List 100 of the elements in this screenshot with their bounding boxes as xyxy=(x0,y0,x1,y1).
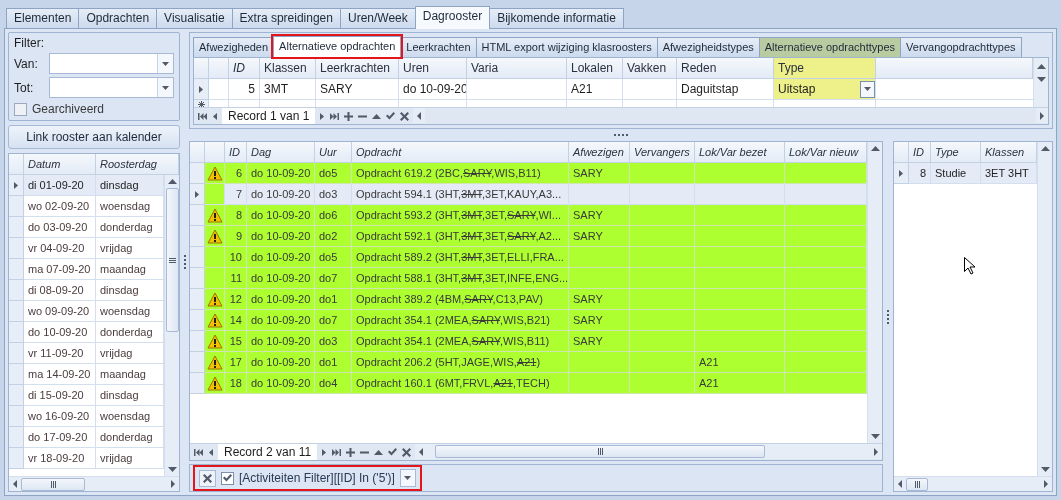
table-cell[interactable]: Opdracht 594.1 (3HT,3MT,3ET,KAUY,A3... xyxy=(352,184,569,205)
table-cell[interactable]: vr 18-09-20 xyxy=(24,448,96,469)
table-cell[interactable]: SARY xyxy=(569,163,630,184)
table-cell[interactable] xyxy=(630,205,695,226)
table-cell[interactable] xyxy=(785,331,867,352)
scroll-thumb[interactable] xyxy=(21,477,85,491)
table-cell[interactable]: 3ET 3HT xyxy=(981,163,1037,184)
table-cell[interactable] xyxy=(630,373,695,394)
table-cell[interactable]: wo 16-09-20 xyxy=(24,406,96,427)
clear-filter-button[interactable] xyxy=(199,469,216,487)
table-cell[interactable] xyxy=(569,373,630,394)
table-cell[interactable]: Opdracht 206.2 (5HT,JAGE,WIS,A21) xyxy=(352,352,569,373)
plus-icon[interactable] xyxy=(346,447,356,457)
table-cell[interactable] xyxy=(695,331,785,352)
column-header[interactable]: Type xyxy=(774,58,876,79)
scroll-down-icon[interactable] xyxy=(870,434,880,439)
scroll-right-icon[interactable] xyxy=(1044,480,1048,488)
splitter-grip-icon[interactable] xyxy=(183,255,186,269)
table-cell[interactable]: do 10-09-20 xyxy=(247,352,315,373)
table-cell[interactable]: do7 xyxy=(315,310,352,331)
table-cell[interactable]: Uitstap xyxy=(774,79,876,100)
table-cell[interactable]: 5 xyxy=(229,79,260,100)
checkbox[interactable] xyxy=(221,471,234,485)
dropdown-button[interactable] xyxy=(860,80,875,98)
next-record-icon[interactable] xyxy=(322,447,328,457)
table-cell[interactable]: wo 02-09-20 xyxy=(24,196,96,217)
scroll-down-icon[interactable] xyxy=(1036,77,1046,82)
table-cell[interactable]: A21 xyxy=(567,79,623,100)
first-record-icon[interactable] xyxy=(198,111,207,121)
table-cell[interactable]: do6 xyxy=(315,205,352,226)
scroll-left-icon[interactable] xyxy=(419,447,424,456)
checkmark-icon[interactable] xyxy=(386,112,396,120)
last-record-icon[interactable] xyxy=(332,447,342,457)
scroll-thumb[interactable] xyxy=(906,477,928,491)
table-cell[interactable]: do3 xyxy=(315,331,352,352)
table-cell[interactable]: SARY xyxy=(569,310,630,331)
row-indicator[interactable] xyxy=(9,175,24,196)
table-cell[interactable] xyxy=(630,352,695,373)
horizontal-scrollbar[interactable] xyxy=(415,444,882,459)
row-indicator[interactable] xyxy=(894,163,909,184)
table-cell[interactable]: Opdracht 354.1 (2MEA,SARY,WIS,B21) xyxy=(352,310,569,331)
dropdown-button[interactable] xyxy=(399,469,416,487)
tab[interactable]: Afwezigheidstypes xyxy=(656,37,760,57)
vertical-scrollbar[interactable] xyxy=(867,142,882,443)
table-cell[interactable]: di 01-09-20 xyxy=(24,175,96,196)
table-cell[interactable]: do 10-09-20 xyxy=(247,268,315,289)
table-cell[interactable] xyxy=(569,352,630,373)
dropdown-button[interactable] xyxy=(157,78,173,97)
table-cell[interactable] xyxy=(569,247,630,268)
table-cell[interactable] xyxy=(569,268,630,289)
tab[interactable]: Leerkrachten xyxy=(400,37,477,57)
cross-icon[interactable] xyxy=(402,447,412,457)
table-cell[interactable] xyxy=(630,184,695,205)
column-header[interactable]: ID xyxy=(909,142,931,163)
previous-record-icon[interactable] xyxy=(208,447,213,457)
table-cell[interactable] xyxy=(467,79,567,100)
table-cell[interactable] xyxy=(695,268,785,289)
table-cell[interactable] xyxy=(569,184,630,205)
scroll-thumb[interactable] xyxy=(165,188,179,332)
vertical-scrollbar[interactable] xyxy=(164,175,179,476)
column-header[interactable]: Vakken xyxy=(623,58,677,79)
table-cell[interactable]: di 08-09-20 xyxy=(24,280,96,301)
column-header[interactable]: Lokalen xyxy=(567,58,623,79)
scroll-left-icon[interactable] xyxy=(417,111,422,120)
horizontal-scrollbar[interactable] xyxy=(894,476,1052,491)
table-cell[interactable]: 14 xyxy=(225,310,247,331)
table-cell[interactable]: 11 xyxy=(225,268,247,289)
date-field[interactable] xyxy=(49,77,174,98)
table-cell[interactable]: di 15-09-20 xyxy=(24,385,96,406)
table-cell[interactable]: SARY xyxy=(569,289,630,310)
table-cell[interactable]: do1 xyxy=(315,352,352,373)
scroll-up-icon[interactable] xyxy=(1040,146,1050,151)
column-header[interactable]: Varia xyxy=(467,58,567,79)
table-cell[interactable]: do 10-09-20 xyxy=(247,184,315,205)
table-cell[interactable]: do 10-09-20 xyxy=(247,163,315,184)
checkbox[interactable] xyxy=(14,102,27,116)
table-cell[interactable]: Opdracht 593.2 (3HT,3MT,3ET,SARY,WI... xyxy=(352,205,569,226)
table-cell[interactable] xyxy=(695,205,785,226)
table-cell[interactable]: 7 xyxy=(225,184,247,205)
table-cell[interactable] xyxy=(630,331,695,352)
table-cell[interactable]: SARY xyxy=(569,205,630,226)
table-cell[interactable]: Opdracht 160.1 (6MT,FRVL,A21,TECH) xyxy=(352,373,569,394)
tab[interactable]: Vervangopdrachttypes xyxy=(900,37,1022,57)
column-header[interactable]: Lok/Var nieuw xyxy=(785,142,867,163)
table-cell[interactable] xyxy=(785,163,867,184)
up-triangle-icon[interactable] xyxy=(374,449,384,455)
table-cell[interactable] xyxy=(623,79,677,100)
tab[interactable]: HTML export wijziging klasroosters xyxy=(475,37,658,57)
vertical-scrollbar[interactable] xyxy=(1037,142,1052,476)
dropdown-button[interactable] xyxy=(157,54,173,73)
column-header[interactable]: Datum xyxy=(24,154,96,175)
column-header[interactable]: Type xyxy=(931,142,981,163)
table-cell[interactable]: 15 xyxy=(225,331,247,352)
table-cell[interactable]: do 10-09-20 xyxy=(24,322,96,343)
table-cell[interactable] xyxy=(785,289,867,310)
previous-record-icon[interactable] xyxy=(212,111,217,121)
table-cell[interactable]: Opdracht 592.1 (3HT,3MT,3ET,SARY,A2... xyxy=(352,226,569,247)
table-cell[interactable] xyxy=(630,310,695,331)
horizontal-scrollbar[interactable] xyxy=(9,476,179,491)
table-cell[interactable] xyxy=(785,310,867,331)
